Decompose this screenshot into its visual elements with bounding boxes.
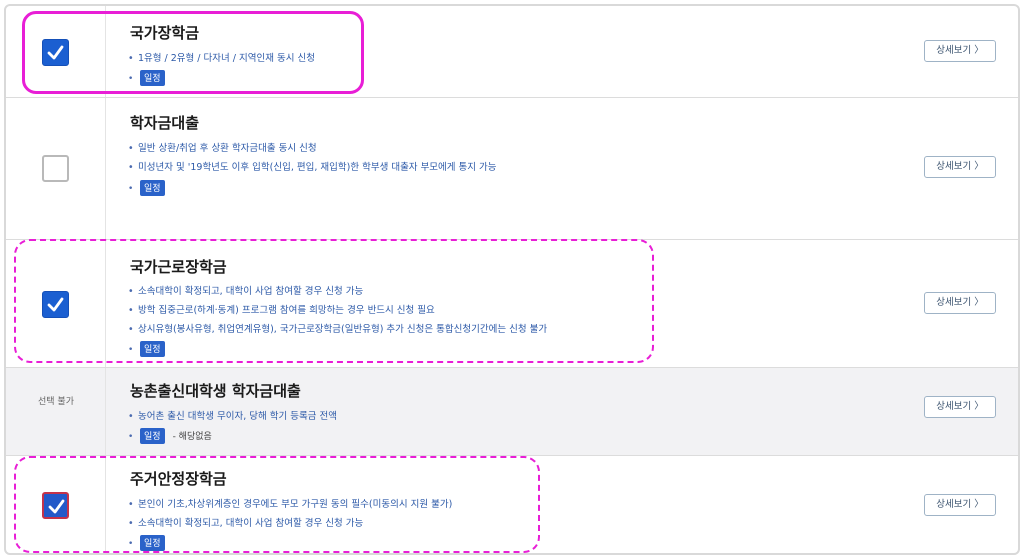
detail-button[interactable]: 상세보기 〉 [924,156,996,178]
item-title: 학자금대출 [130,114,200,132]
detail-button[interactable]: 상세보기 〉 [924,292,996,314]
list-item: 학자금대출 • 일반 상환/취업 후 상환 학자금대출 동시 신청 • 미성년자 및… [6,98,1018,240]
checkbox-national-scholarship[interactable] [42,39,69,66]
not-selectable-label: 선택 불가 [38,397,74,407]
item-title: 주거안정장학금 [130,470,227,488]
schedule-tag: • 일정 [128,341,165,357]
item-description: • 미성년자 및 '19학년도 이후 입학(신입, 편입, 재입학)한 학부생 대… [128,162,497,173]
schedule-tag: • 일정 - 해당없음 [128,428,212,444]
schedule-tag: • 일정 [128,180,165,196]
schedule-pill[interactable]: 일정 [140,535,165,551]
list-item: 선택 불가 농촌출신대학생 학자금대출 • 농어촌 출신 대학생 무이자, 당해 … [6,368,1018,456]
checkmark-icon [47,297,64,312]
item-description: • 1유형 / 2유형 / 다자녀 / 지역인재 동시 신청 [128,53,315,64]
detail-button[interactable]: 상세보기 〉 [924,494,996,516]
item-title: 국가근로장학금 [130,258,227,276]
checkmark-icon [48,499,65,514]
item-title: 국가장학금 [130,24,200,42]
list-item: 국가장학금 • 1유형 / 2유형 / 다자녀 / 지역인재 동시 신청 • 일정 … [6,6,1018,98]
item-description: • 소속대학이 확정되고, 대학이 사업 참여할 경우 신청 가능 [128,518,364,529]
not-applicable-note: - 해당없음 [172,432,212,442]
checkbox-cell [6,368,106,455]
item-title: 농촌출신대학생 학자금대출 [130,382,301,400]
scholarship-list: 국가장학금 • 1유형 / 2유형 / 다자녀 / 지역인재 동시 신청 • 일정 … [4,4,1020,555]
item-description: • 상시유형(봉사유형, 취업연계유형), 국가근로장학금(일반유형) 추가 신청… [128,324,548,335]
schedule-tag: • 일정 [128,70,165,86]
item-description: • 농어촌 출신 대학생 무이자, 당해 학기 등록금 전액 [128,411,337,422]
list-item: 국가근로장학금 • 소속대학이 확정되고, 대학이 사업 참여할 경우 신청 가능… [6,240,1018,368]
item-description: • 방학 집중근로(하계·동계) 프로그램 참여를 희망하는 경우 반드시 신청 … [128,305,435,316]
checkbox-work-scholarship[interactable] [42,291,69,318]
list-item: 주거안정장학금 • 본인이 기초,차상위계층인 경우에도 부모 가구원 동의 필수… [6,456,1018,553]
item-description: • 소속대학이 확정되고, 대학이 사업 참여할 경우 신청 가능 [128,286,364,297]
item-description: • 일반 상환/취업 후 상환 학자금대출 동시 신청 [128,143,317,154]
detail-button[interactable]: 상세보기 〉 [924,396,996,418]
checkbox-housing-scholarship[interactable] [42,492,69,519]
schedule-tag: • 일정 [128,535,165,551]
checkmark-icon [47,45,64,60]
checkbox-student-loan[interactable] [42,155,69,182]
schedule-pill[interactable]: 일정 [140,180,165,196]
detail-button[interactable]: 상세보기 〉 [924,40,996,62]
schedule-pill[interactable]: 일정 [140,428,165,444]
schedule-pill[interactable]: 일정 [140,70,165,86]
schedule-pill[interactable]: 일정 [140,341,165,357]
item-description: • 본인이 기초,차상위계층인 경우에도 부모 가구원 동의 필수(미동의시 지원… [128,499,453,510]
